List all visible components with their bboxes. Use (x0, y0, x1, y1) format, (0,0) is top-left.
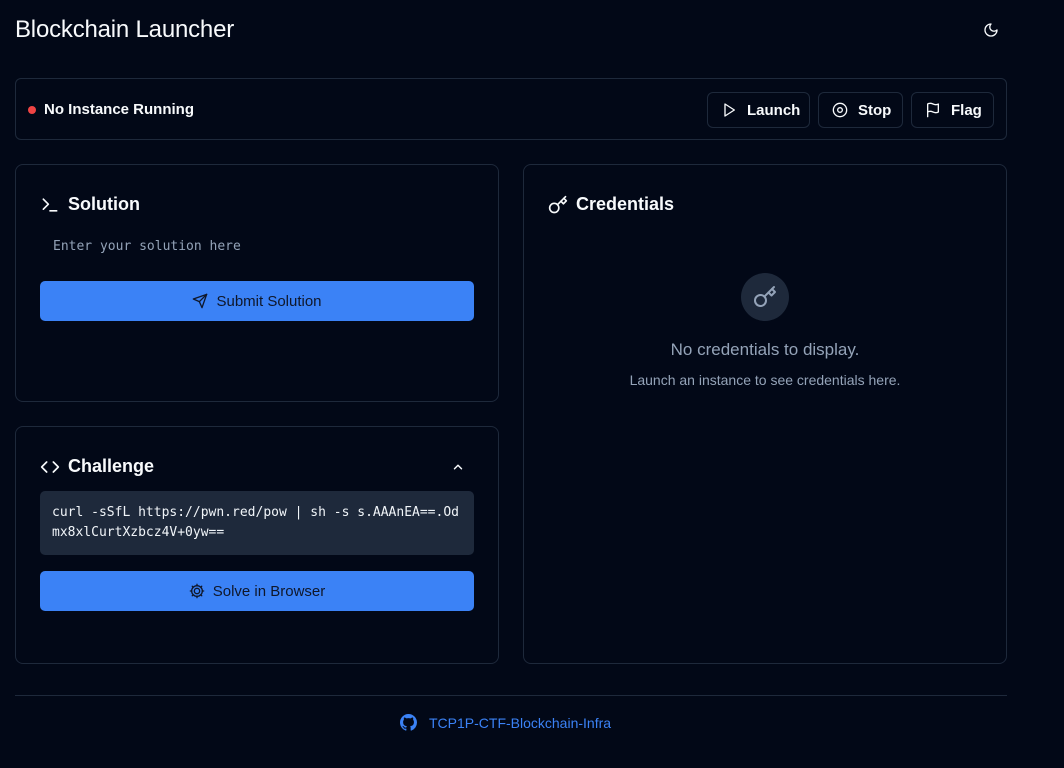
flag-label: Flag (951, 101, 982, 119)
empty-state-badge (741, 273, 789, 321)
moon-icon (984, 23, 998, 37)
play-icon (724, 103, 735, 117)
app: Blockchain Launcher No Instance Running … (0, 0, 1064, 768)
solution-input[interactable] (40, 231, 474, 261)
status-indicator (28, 106, 36, 114)
send-icon (193, 293, 208, 309)
github-icon (400, 714, 417, 731)
stop-label: Stop (858, 101, 892, 119)
pow-command[interactable]: curl -sSfL https://pwn.red/pow | sh -s s… (40, 491, 474, 555)
theme-toggle-button[interactable] (979, 18, 1003, 42)
instance-status-bar: No Instance Running Launch Stop Flag (15, 78, 1007, 140)
cog-icon (189, 583, 205, 599)
solution-header: Solution (40, 194, 140, 215)
submit-solution-label: Submit Solution (216, 292, 322, 310)
solve-in-browser-button[interactable]: Solve in Browser (40, 571, 474, 611)
repo-link[interactable]: TCP1P-CTF-Blockchain-Infra (400, 714, 611, 731)
solution-card: Solution Submit Solution (15, 164, 499, 402)
submit-solution-button[interactable]: Submit Solution (40, 281, 474, 321)
stop-circle-icon (832, 102, 848, 118)
solve-in-browser-label: Solve in Browser (212, 582, 326, 600)
challenge-header: Challenge (40, 456, 154, 477)
key-icon (754, 286, 776, 307)
launch-button[interactable]: Launch (707, 92, 810, 128)
status-text: No Instance Running (44, 101, 194, 118)
page-title: Blockchain Launcher (15, 16, 235, 43)
key-icon (548, 195, 568, 213)
credentials-title: Credentials (576, 194, 675, 214)
terminal-icon (42, 197, 58, 212)
repo-link-label: TCP1P-CTF-Blockchain-Infra (429, 714, 612, 731)
footer-divider (15, 695, 1007, 696)
challenge-title: Challenge (68, 456, 155, 476)
chevron-up-icon (453, 464, 463, 470)
credentials-card: Credentials No credentials to display. L… (523, 164, 1007, 664)
launch-label: Launch (747, 101, 801, 119)
empty-state-title: No credentials to display. (670, 340, 860, 359)
challenge-card: Challenge curl -sSfL https://pwn.red/pow… (15, 426, 499, 664)
code-icon (40, 460, 60, 473)
credentials-header: Credentials (548, 194, 674, 215)
solution-title: Solution (68, 194, 140, 214)
challenge-collapse-button[interactable] (450, 459, 466, 475)
empty-state-subtitle: Launch an instance to see credentials he… (629, 372, 901, 388)
stop-button[interactable]: Stop (818, 92, 903, 128)
flag-button[interactable]: Flag (911, 92, 994, 128)
flag-icon (927, 102, 939, 118)
